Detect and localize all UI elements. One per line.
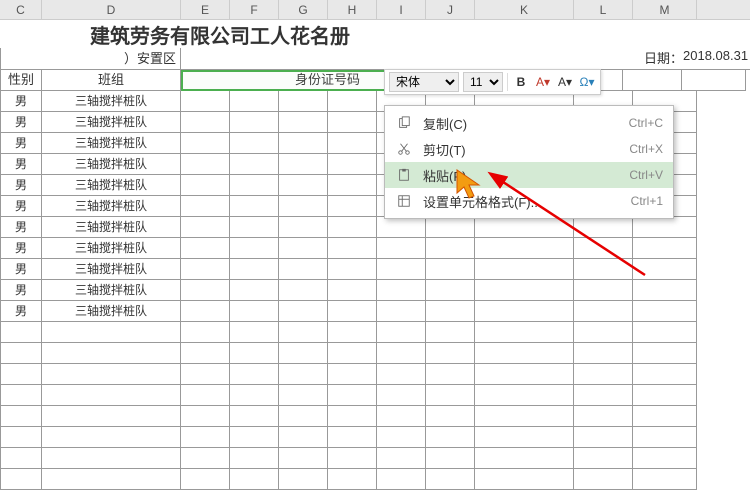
col-header-J[interactable]: J bbox=[426, 0, 475, 19]
cell-team[interactable]: 三轴搅拌桩队 bbox=[42, 112, 181, 133]
cell-team[interactable]: 三轴搅拌桩队 bbox=[42, 217, 181, 238]
cell-team[interactable]: 三轴搅拌桩队 bbox=[42, 91, 181, 112]
menu-item-cut[interactable]: 剪切(T)Ctrl+X bbox=[385, 136, 673, 162]
cell-gender[interactable]: 男 bbox=[0, 91, 42, 112]
header-team: 班组 bbox=[42, 70, 181, 91]
cell-gender[interactable]: 男 bbox=[0, 154, 42, 175]
cell-gender[interactable]: 男 bbox=[0, 259, 42, 280]
cell-team[interactable]: 三轴搅拌桩队 bbox=[42, 301, 181, 322]
cell-gender[interactable]: 男 bbox=[0, 112, 42, 133]
mini-toolbar[interactable]: 宋体 11 B A▾ A▾ Ω▾ bbox=[384, 69, 601, 95]
font-size-select[interactable]: 11 bbox=[463, 72, 503, 92]
menu-item-copy[interactable]: 复制(C)Ctrl+C bbox=[385, 110, 673, 136]
cell-gender[interactable]: 男 bbox=[0, 133, 42, 154]
symbol-button[interactable]: Ω▾ bbox=[578, 73, 596, 91]
format-icon bbox=[395, 192, 413, 210]
header-gender: 性别 bbox=[0, 70, 42, 91]
paste-icon bbox=[395, 166, 413, 184]
col-header-G[interactable]: G bbox=[279, 0, 328, 19]
table-row[interactable] bbox=[0, 385, 750, 406]
table-header-row: 性别 班组 身份证号码 bbox=[0, 70, 750, 91]
column-headers: CDEFGHIJKLM bbox=[0, 0, 750, 20]
subtitle: ）安置区 bbox=[0, 48, 181, 69]
col-header-K[interactable]: K bbox=[475, 0, 574, 19]
col-header-L[interactable]: L bbox=[574, 0, 633, 19]
cell-team[interactable]: 三轴搅拌桩队 bbox=[42, 133, 181, 154]
font-family-select[interactable]: 宋体 bbox=[389, 72, 459, 92]
page-title: 建筑劳务有限公司工人花名册 bbox=[0, 20, 750, 48]
col-header-E[interactable]: E bbox=[181, 0, 230, 19]
col-header-H[interactable]: H bbox=[328, 0, 377, 19]
copy-icon bbox=[395, 114, 413, 132]
table-row[interactable] bbox=[0, 469, 750, 490]
table-row[interactable]: 男三轴搅拌桩队 bbox=[0, 217, 750, 238]
font-sizeup-button[interactable]: A▾ bbox=[556, 73, 574, 91]
table-row[interactable]: 男三轴搅拌桩队 bbox=[0, 301, 750, 322]
cell-gender[interactable]: 男 bbox=[0, 175, 42, 196]
cell-team[interactable]: 三轴搅拌桩队 bbox=[42, 154, 181, 175]
table-row[interactable] bbox=[0, 406, 750, 427]
col-header-C[interactable]: C bbox=[0, 0, 42, 19]
table-row[interactable] bbox=[0, 364, 750, 385]
menu-item-format[interactable]: 设置单元格格式(F)...Ctrl+1 bbox=[385, 188, 673, 214]
table-row[interactable]: 男三轴搅拌桩队 bbox=[0, 259, 750, 280]
menu-item-paste[interactable]: 粘贴(P)Ctrl+V bbox=[385, 162, 673, 188]
table-row[interactable] bbox=[0, 448, 750, 469]
table-row[interactable] bbox=[0, 322, 750, 343]
font-color-button[interactable]: A▾ bbox=[534, 73, 552, 91]
cell-team[interactable]: 三轴搅拌桩队 bbox=[42, 280, 181, 301]
col-header-F[interactable]: F bbox=[230, 0, 279, 19]
table-row[interactable] bbox=[0, 343, 750, 364]
cell-team[interactable]: 三轴搅拌桩队 bbox=[42, 175, 181, 196]
cell-gender[interactable]: 男 bbox=[0, 217, 42, 238]
context-menu[interactable]: 复制(C)Ctrl+C剪切(T)Ctrl+X粘贴(P)Ctrl+V设置单元格格式… bbox=[384, 105, 674, 219]
cell-gender[interactable]: 男 bbox=[0, 301, 42, 322]
cell-team[interactable]: 三轴搅拌桩队 bbox=[42, 259, 181, 280]
cell-team[interactable]: 三轴搅拌桩队 bbox=[42, 238, 181, 259]
cell-team[interactable]: 三轴搅拌桩队 bbox=[42, 196, 181, 217]
bold-button[interactable]: B bbox=[512, 73, 530, 91]
date-value: 2018.08.31 bbox=[683, 48, 750, 69]
table-row[interactable]: 男三轴搅拌桩队 bbox=[0, 280, 750, 301]
cell-gender[interactable]: 男 bbox=[0, 196, 42, 217]
col-header-I[interactable]: I bbox=[377, 0, 426, 19]
cell-gender[interactable]: 男 bbox=[0, 238, 42, 259]
table-row[interactable] bbox=[0, 427, 750, 448]
cut-icon bbox=[395, 140, 413, 158]
col-header-M[interactable]: M bbox=[633, 0, 697, 19]
date-label: 日期： bbox=[624, 48, 683, 69]
table-row[interactable]: 男三轴搅拌桩队 bbox=[0, 238, 750, 259]
cell-gender[interactable]: 男 bbox=[0, 280, 42, 301]
col-header-D[interactable]: D bbox=[42, 0, 181, 19]
spreadsheet-grid[interactable]: 建筑劳务有限公司工人花名册 ）安置区 日期： 2018.08.31 性别 班组 … bbox=[0, 20, 750, 490]
